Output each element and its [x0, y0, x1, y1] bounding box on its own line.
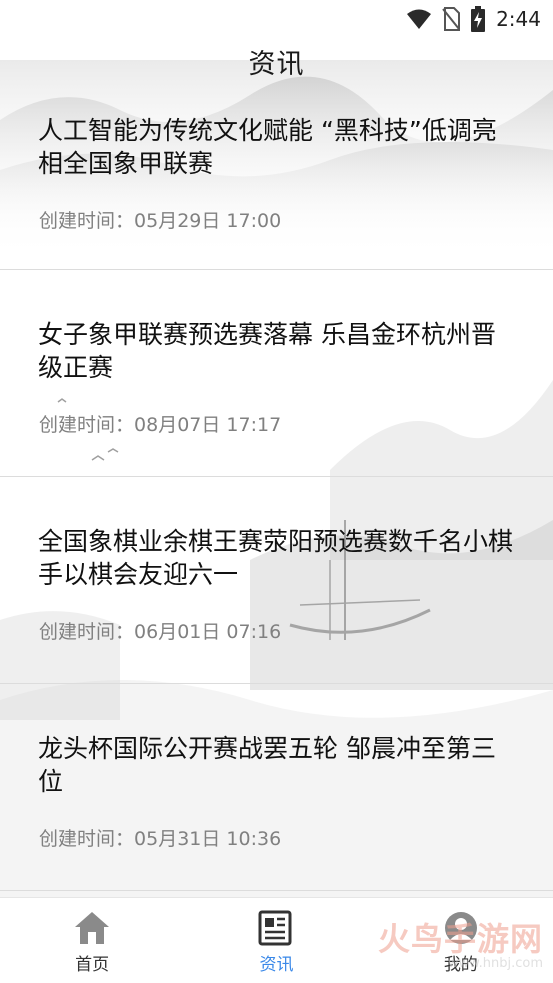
- created-time-label: 创建时间：: [39, 828, 135, 850]
- news-meta: 创建时间： 05月29日 17:00: [39, 206, 281, 233]
- news-meta: 创建时间： 08月07日 17:17: [39, 410, 281, 437]
- created-time-value: 05月31日 10:36: [134, 828, 282, 850]
- news-item[interactable]: 人工智能为传统文化赋能 “黑科技”低调亮相全国象甲联赛 创建时间： 05月29日…: [0, 84, 553, 270]
- created-time-value: 05月29日 17:00: [134, 210, 282, 232]
- news-title: 女子象甲联赛预选赛落幕 乐昌金环杭州晋级正赛: [38, 320, 496, 382]
- tab-profile-label: 我的: [443, 955, 478, 975]
- tab-home[interactable]: 首页: [0, 898, 184, 983]
- tab-profile[interactable]: 我的: [369, 898, 553, 983]
- news-item[interactable]: 全国象棋业余棋王赛荥阳预选赛数千名小棋手以棋会友迎六一 创建时间： 06月01日…: [0, 477, 553, 684]
- created-time-value: 06月01日 07:16: [134, 621, 282, 643]
- battery-charging-icon: [471, 6, 486, 32]
- news-title: 龙头杯国际公开赛战罢五轮 邹晨冲至第三位: [38, 734, 496, 796]
- news-meta: 创建时间： 06月01日 07:16: [39, 617, 281, 644]
- news-list: 人工智能为传统文化赋能 “黑科技”低调亮相全国象甲联赛 创建时间： 05月29日…: [0, 84, 553, 891]
- status-icons: 2:44: [406, 6, 541, 32]
- status-time: 2:44: [496, 7, 541, 31]
- news-meta: 创建时间： 05月31日 10:36: [39, 824, 281, 851]
- title-bar: 资讯: [0, 38, 553, 84]
- page-title: 资讯: [248, 48, 305, 80]
- no-sim-icon: [442, 7, 461, 31]
- news-item[interactable]: 龙头杯国际公开赛战罢五轮 邹晨冲至第三位 创建时间： 05月31日 10:36: [0, 684, 553, 891]
- news-icon: [258, 910, 292, 946]
- wifi-icon: [407, 9, 432, 29]
- news-item[interactable]: 女子象甲联赛预选赛落幕 乐昌金环杭州晋级正赛 创建时间： 08月07日 17:1…: [0, 270, 553, 477]
- profile-icon: [444, 912, 477, 944]
- status-bar: 2:44: [0, 0, 553, 38]
- home-icon: [75, 912, 110, 944]
- created-time-value: 08月07日 17:17: [134, 414, 282, 436]
- tab-news[interactable]: 资讯: [184, 898, 368, 983]
- app-screen: 2:44 资讯 人工智能为传统文化赋能 “黑科技”低调亮相全国象甲联赛 创建时间…: [0, 0, 553, 983]
- bottom-nav: 首页 资讯 我的: [0, 897, 553, 983]
- news-title: 人工智能为传统文化赋能 “黑科技”低调亮相全国象甲联赛: [38, 116, 497, 178]
- created-time-label: 创建时间：: [39, 414, 135, 436]
- created-time-label: 创建时间：: [39, 621, 135, 643]
- news-title: 全国象棋业余棋王赛荥阳预选赛数千名小棋手以棋会友迎六一: [38, 527, 514, 589]
- tab-news-label: 资讯: [259, 955, 294, 975]
- tab-home-label: 首页: [75, 955, 110, 975]
- created-time-label: 创建时间：: [39, 210, 135, 232]
